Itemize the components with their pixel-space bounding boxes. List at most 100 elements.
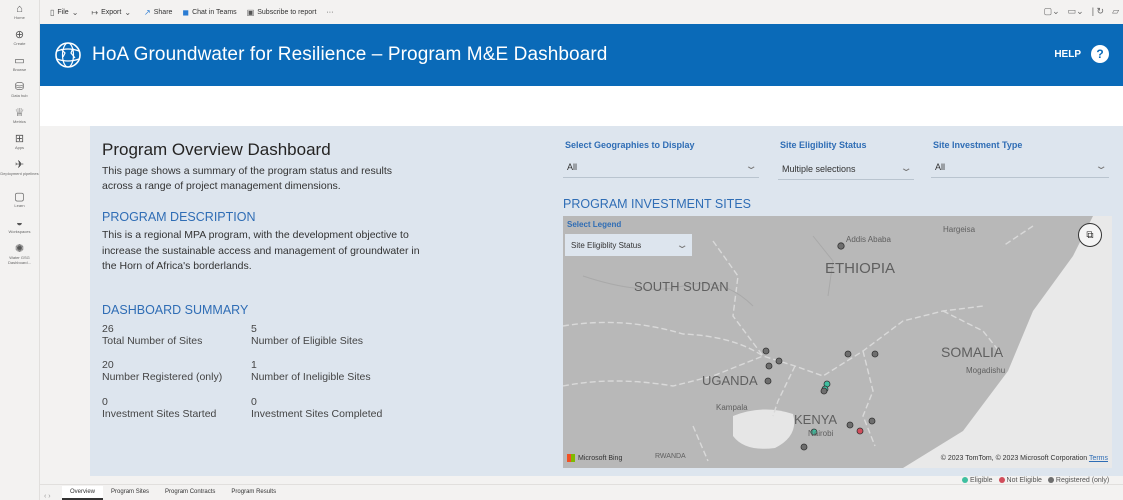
ocean-area: [903, 216, 1112, 468]
app-icon: ✺: [14, 243, 25, 255]
map-title: PROGRAM INVESTMENT SITES: [563, 197, 751, 211]
report-title: HoA Groundwater for Resilience – Program…: [92, 44, 608, 65]
page-tabs: ‹ › Overview Program Sites Program Contr…: [40, 484, 1123, 500]
stat-sites-started: 0 Investment Sites Started: [102, 396, 217, 420]
select-legend-label: Select Legend: [567, 220, 622, 229]
chevron-down-icon: ⌄: [124, 7, 132, 17]
lake-victoria: [733, 409, 795, 449]
map-label-south-sudan: SOUTH SUDAN: [634, 279, 729, 294]
nav-metrics[interactable]: ♕ Metrics: [0, 104, 39, 130]
workspaces-icon: ◒: [16, 217, 23, 229]
report-header-banner: HoA Groundwater for Resilience – Program…: [40, 24, 1123, 86]
world-bank-globe-icon: [55, 42, 81, 68]
apps-icon: ⊞: [14, 133, 25, 145]
report-toolbar: ▯ File ⌄ ↦ Export ⌄ ↗ Share ◼ Chat in Teams ▣ S…: [40, 0, 1123, 24]
report-canvas: Program Overview Dashboard This page sho…: [90, 126, 1123, 476]
stat-ineligible-sites: 1 Number of Ineligible Sites: [251, 359, 371, 383]
share-icon: ↗: [144, 7, 151, 17]
nav-home[interactable]: ⌂ Home: [0, 0, 39, 26]
nav-water-gsg-dashboard[interactable]: ✺ Water GSG Dashboard...: [0, 240, 39, 272]
file-menu[interactable]: ▯ File ⌄: [50, 8, 81, 17]
nav-data-hub[interactable]: ⛁ Data hub: [0, 78, 39, 104]
comment-icon[interactable]: ▱: [1112, 6, 1119, 17]
investment-type-filter-label: Site Investment Type: [933, 140, 1023, 150]
tab-program-sites[interactable]: Program Sites: [103, 486, 157, 500]
browse-icon: ▭: [14, 55, 25, 67]
map-label-somalia: SOMALIA: [941, 344, 1004, 360]
not-eligible-dot-icon: [998, 477, 1005, 484]
chevron-down-icon: ⌄: [71, 7, 79, 17]
export-menu[interactable]: ↦ Export ⌄: [91, 8, 134, 17]
help-icon: ?: [1091, 45, 1109, 63]
geography-filter-label: Select Geographies to Display: [565, 140, 695, 150]
book-icon: ▢: [14, 191, 25, 203]
bing-attribution: Microsoft Bing: [567, 454, 622, 462]
focus-mode-button[interactable]: ⧉: [1078, 223, 1102, 247]
stat-sites-completed: 0 Investment Sites Completed: [251, 396, 383, 420]
metrics-icon: ♕: [14, 107, 25, 119]
investment-type-filter-select[interactable]: All ⌄: [931, 156, 1109, 178]
map-label-nairobi: Nairobi: [808, 429, 834, 438]
select-legend-dropdown[interactable]: Site Eligiblity Status ⌄: [565, 234, 692, 256]
eligibility-filter-label: Site Eligiblity Status: [780, 140, 867, 150]
layout-icon[interactable]: ▭⌄: [1068, 6, 1084, 17]
program-description-heading: PROGRAM DESCRIPTION: [102, 210, 256, 224]
subscribe-button[interactable]: ▣ Subscribe to report: [247, 8, 317, 17]
stat-eligible-sites: 5 Number of Eligible Sites: [251, 323, 364, 347]
tab-scroll-arrows[interactable]: ‹ ›: [40, 493, 62, 500]
stat-total-sites: 26 Total Number of Sites: [102, 323, 203, 347]
help-button[interactable]: HELP ?: [1054, 45, 1109, 63]
toolbar-right: ▢⌄ ▭⌄ | ↻ ▱: [1036, 6, 1119, 17]
nav-apps[interactable]: ⊞ Apps: [0, 130, 39, 156]
map-label-mogadishu: Mogadishu: [966, 366, 1006, 375]
nav-create[interactable]: ⊕ Create: [0, 26, 39, 52]
more-options-button[interactable]: ···: [326, 9, 333, 16]
stat-registered-sites: 20 Number Registered (only): [102, 359, 223, 383]
geography-filter-select[interactable]: All ⌄: [563, 156, 759, 178]
share-button[interactable]: ↗ Share: [144, 8, 172, 17]
page-description: This page shows a summary of the program…: [102, 165, 393, 192]
report-subbar: [40, 86, 1123, 126]
map-copyright: © 2023 TomTom, © 2023 Microsoft Corporat…: [940, 455, 1108, 462]
chevron-down-icon: ⌄: [744, 161, 758, 172]
data-hub-icon: ⛁: [14, 81, 25, 93]
page-title: Program Overview Dashboard: [102, 140, 331, 159]
left-nav-rail: ⌂ Home ⊕ Create ▭ Browse ⛁ Data hub ♕ Metrics…: [0, 0, 40, 500]
focus-mode-icon: ⧉: [1086, 229, 1094, 241]
eligible-dot-icon: [962, 477, 968, 484]
nav-workspaces[interactable]: ◒ Workspaces: [0, 214, 39, 240]
map-label-rwanda: RWANDA: [655, 453, 686, 460]
nav-learn[interactable]: ▢ Learn: [0, 188, 39, 214]
map-label-kampala: Kampala: [716, 403, 748, 412]
chevron-down-icon: ⌄: [1094, 161, 1108, 172]
tab-overview[interactable]: Overview: [62, 486, 104, 500]
map-label-uganda: UGANDA: [702, 373, 758, 388]
nav-browse[interactable]: ▭ Browse: [0, 52, 39, 78]
rocket-icon: ✈: [14, 159, 25, 171]
map-label-hargeisa: Hargeisa: [943, 225, 976, 234]
help-label: HELP: [1054, 48, 1081, 60]
export-icon: ↦: [91, 7, 99, 17]
refresh-icon[interactable]: | ↻: [1092, 6, 1104, 17]
map-label-ethiopia: ETHIOPIA: [825, 260, 896, 277]
chevron-down-icon: ⌄: [899, 163, 913, 174]
subscribe-icon: ▣: [246, 7, 255, 17]
create-icon: ⊕: [14, 29, 25, 41]
eligibility-filter-select[interactable]: Multiple selections ⌄: [778, 158, 914, 180]
chevron-down-icon: ⌄: [675, 239, 689, 251]
tab-program-contracts[interactable]: Program Contracts: [157, 486, 223, 500]
program-description-text: This is a regional MPA program, with the…: [102, 229, 420, 272]
teams-icon: ◼: [182, 7, 190, 17]
registered-dot-icon: [1047, 477, 1054, 484]
map-color-legend: Eligible Not Eligible Registered (only): [958, 477, 1109, 484]
terms-link[interactable]: Terms: [1089, 455, 1108, 462]
chat-in-teams-button[interactable]: ◼ Chat in Teams: [182, 8, 236, 17]
view-icon[interactable]: ▢⌄: [1044, 6, 1060, 17]
nav-deployment-pipelines[interactable]: ✈ Deployment pipelines: [0, 156, 39, 188]
dashboard-summary-heading: DASHBOARD SUMMARY: [102, 303, 249, 317]
home-icon: ⌂: [16, 3, 23, 15]
microsoft-logo-icon: [567, 454, 575, 462]
program-sites-map[interactable]: Select Legend Site Eligiblity Status ⌄ Ad…: [563, 216, 1112, 468]
tab-program-results[interactable]: Program Results: [223, 486, 284, 500]
map-label-addis-ababa: Addis Ababa: [846, 235, 891, 244]
